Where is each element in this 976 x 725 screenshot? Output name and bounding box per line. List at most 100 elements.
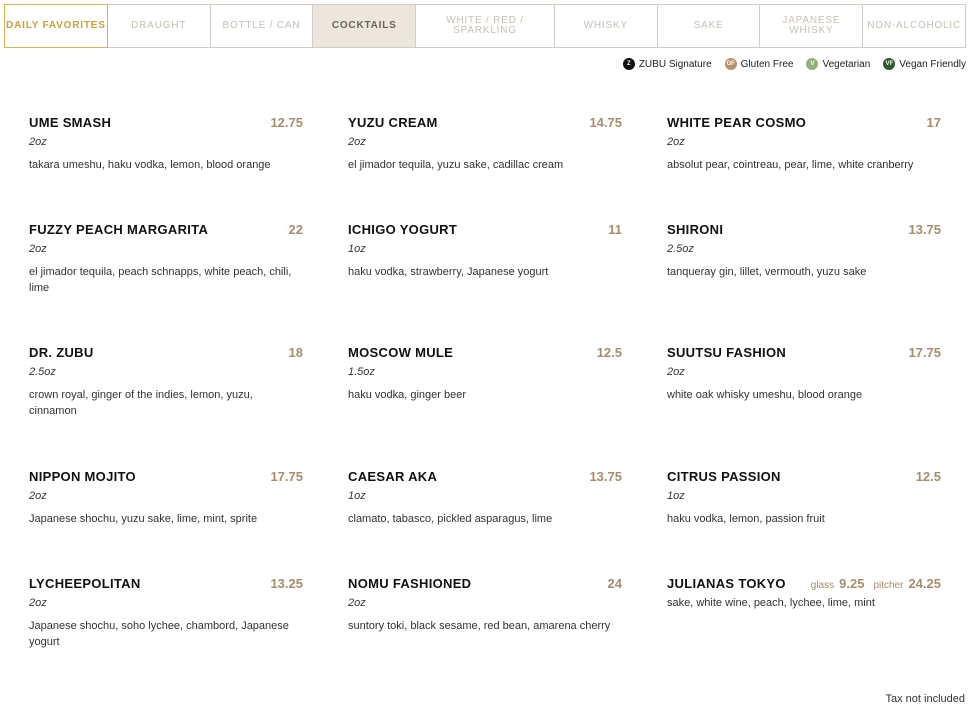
item-size: 2oz [29, 490, 47, 502]
item-name: CITRUS PASSION [667, 469, 781, 484]
item-size: 2oz [29, 136, 47, 148]
item-price: 17.75 [908, 345, 941, 360]
item-price: 18 [288, 345, 303, 360]
item-description: el jimador tequila, peach schnapps, whit… [29, 266, 292, 294]
item-description: white oak whisky umeshu, blood orange [667, 389, 863, 401]
item-price: 12.5 [915, 469, 941, 484]
menu-item: YUZU CREAM 14.75 2oz el jimador tequila, … [348, 115, 622, 173]
item-size: 2oz [667, 136, 685, 148]
item-price: 12.75 [270, 115, 303, 130]
item-price: 11 [608, 222, 622, 237]
menu-item: ICHIGO YOGURT 11 1oz haku vodka, strawber… [348, 222, 622, 280]
legend-gluten-free: GF Gluten Free [724, 58, 794, 70]
category-tabs: DAILY FAVORITES DRAUGHT BOTTLE / CAN COC… [4, 4, 967, 48]
item-name: SHIRONI [667, 222, 724, 237]
item-price: 13.25 [270, 576, 303, 591]
pitcher-label: pitcher [873, 580, 904, 591]
tab-sake[interactable]: SAKE [656, 4, 761, 48]
glass-price: 9.25 [839, 576, 865, 591]
item-price: 12.5 [596, 345, 622, 360]
menu-item: JULIANAS TOKYO glass 9.25 pitcher 24.25 … [667, 576, 941, 611]
legend-vegetarian: V Vegetarian [806, 58, 870, 70]
item-size: 1.5oz [348, 366, 375, 378]
gluten-free-icon: GF [724, 58, 737, 70]
tab-non-alcoholic[interactable]: NON-ALCOHOLIC [862, 4, 967, 48]
item-description: sake, white wine, peach, lychee, lime, m… [667, 597, 875, 609]
item-name: UME SMASH [29, 115, 112, 130]
tab-wine[interactable]: WHITE / RED / SPARKLING [415, 4, 555, 48]
item-name: WHITE PEAR COSMO [667, 115, 807, 130]
glass-label: glass [810, 580, 835, 591]
menu-item: NIPPON MOJITO 17.75 2oz Japanese shochu, … [29, 469, 303, 527]
item-size: 2oz [667, 366, 685, 378]
tab-whisky[interactable]: WHISKY [553, 4, 658, 48]
item-size: 2.5oz [667, 243, 694, 255]
menu-item: LYCHEEPOLITAN 13.25 2oz Japanese shochu, … [29, 576, 303, 650]
item-description: haku vodka, lemon, passion fruit [667, 513, 825, 525]
zubu-signature-icon: Z [622, 58, 635, 70]
item-price: 17.75 [270, 469, 303, 484]
item-price: 13.75 [908, 222, 941, 237]
item-description: Japanese shochu, soho lychee, chambord, … [29, 620, 289, 648]
legend-label: Vegetarian [822, 58, 871, 70]
item-price-options: glass 9.25 pitcher 24.25 [811, 576, 941, 591]
pitcher-price: 24.25 [908, 576, 941, 591]
item-size: 1oz [348, 490, 366, 502]
tab-bottle-can[interactable]: BOTTLE / CAN [209, 4, 314, 48]
tab-cocktails[interactable]: COCKTAILS [312, 4, 417, 48]
item-size: 1oz [348, 243, 366, 255]
item-description: el jimador tequila, yuzu sake, cadillac … [348, 159, 564, 171]
item-size: 2.5oz [29, 366, 56, 378]
legend-label: Vegan Friendly [899, 58, 966, 70]
item-size: 2oz [348, 136, 366, 148]
menu-item: NOMU FASHIONED 24 2oz suntory toki, black… [348, 576, 622, 634]
tab-daily-favorites[interactable]: DAILY FAVORITES [4, 4, 108, 48]
legend-label: ZUBU Signature [638, 58, 712, 70]
item-description: Japanese shochu, yuzu sake, lime, mint, … [29, 513, 258, 525]
item-size: 2oz [348, 597, 366, 609]
item-price: 13.75 [589, 469, 622, 484]
tab-japanese-whisky[interactable]: JAPANESE WHISKY [759, 4, 864, 48]
item-size: 1oz [667, 490, 685, 502]
legend-zubu-signature: Z ZUBU Signature [622, 58, 712, 70]
item-name: DR. ZUBU [29, 345, 94, 360]
menu-item: SUUTSU FASHION 17.75 2oz white oak whisky… [667, 345, 941, 403]
item-name: CAESAR AKA [348, 469, 438, 484]
item-price: 17 [926, 115, 941, 130]
menu-item: DR. ZUBU 18 2.5oz crown royal, ginger of … [29, 345, 303, 419]
item-name: ICHIGO YOGURT [348, 222, 458, 237]
menu-item: MOSCOW MULE 12.5 1.5oz haku vodka, ginger… [348, 345, 622, 403]
item-price: 22 [288, 222, 303, 237]
menu-item: CITRUS PASSION 12.5 1oz haku vodka, lemon… [667, 469, 941, 527]
item-size: 2oz [29, 243, 47, 255]
item-description: haku vodka, strawberry, Japanese yogurt [348, 266, 549, 278]
item-description: tanqueray gin, lillet, vermouth, yuzu sa… [667, 266, 867, 278]
menu-item: FUZZY PEACH MARGARITA 22 2oz el jimador t… [29, 222, 303, 296]
item-description: takara umeshu, haku vodka, lemon, blood … [29, 159, 271, 171]
legend-vegan-friendly: VF Vegan Friendly [883, 58, 966, 70]
item-price: 14.75 [589, 115, 622, 130]
item-name: NIPPON MOJITO [29, 469, 136, 484]
item-name: JULIANAS TOKYO [667, 576, 786, 591]
dietary-legend: Z ZUBU Signature GF Gluten Free V Vegeta… [622, 58, 966, 70]
item-description: absolut pear, cointreau, pear, lime, whi… [667, 159, 914, 171]
menu-item: UME SMASH 12.75 2oz takara umeshu, haku v… [29, 115, 303, 173]
item-price: 24 [607, 576, 622, 591]
item-size: 2oz [29, 597, 47, 609]
menu-item: WHITE PEAR COSMO 17 2oz absolut pear, coi… [667, 115, 941, 173]
vegetarian-icon: V [806, 58, 819, 70]
tab-draught[interactable]: DRAUGHT [106, 4, 211, 48]
menu-item: CAESAR AKA 13.75 1oz clamato, tabasco, pi… [348, 469, 622, 527]
item-name: SUUTSU FASHION [667, 345, 787, 360]
tax-note: Tax not included [885, 693, 966, 705]
item-description: clamato, tabasco, pickled asparagus, lim… [348, 513, 553, 525]
item-name: YUZU CREAM [348, 115, 438, 130]
item-name: FUZZY PEACH MARGARITA [29, 222, 209, 237]
item-description: suntory toki, black sesame, red bean, am… [348, 620, 611, 632]
vegan-friendly-icon: VF [883, 58, 896, 70]
item-description: crown royal, ginger of the indies, lemon… [29, 389, 253, 417]
item-name: LYCHEEPOLITAN [29, 576, 141, 591]
menu-item: SHIRONI 13.75 2.5oz tanqueray gin, lillet… [667, 222, 941, 280]
legend-label: Gluten Free [740, 58, 794, 70]
item-name: NOMU FASHIONED [348, 576, 472, 591]
